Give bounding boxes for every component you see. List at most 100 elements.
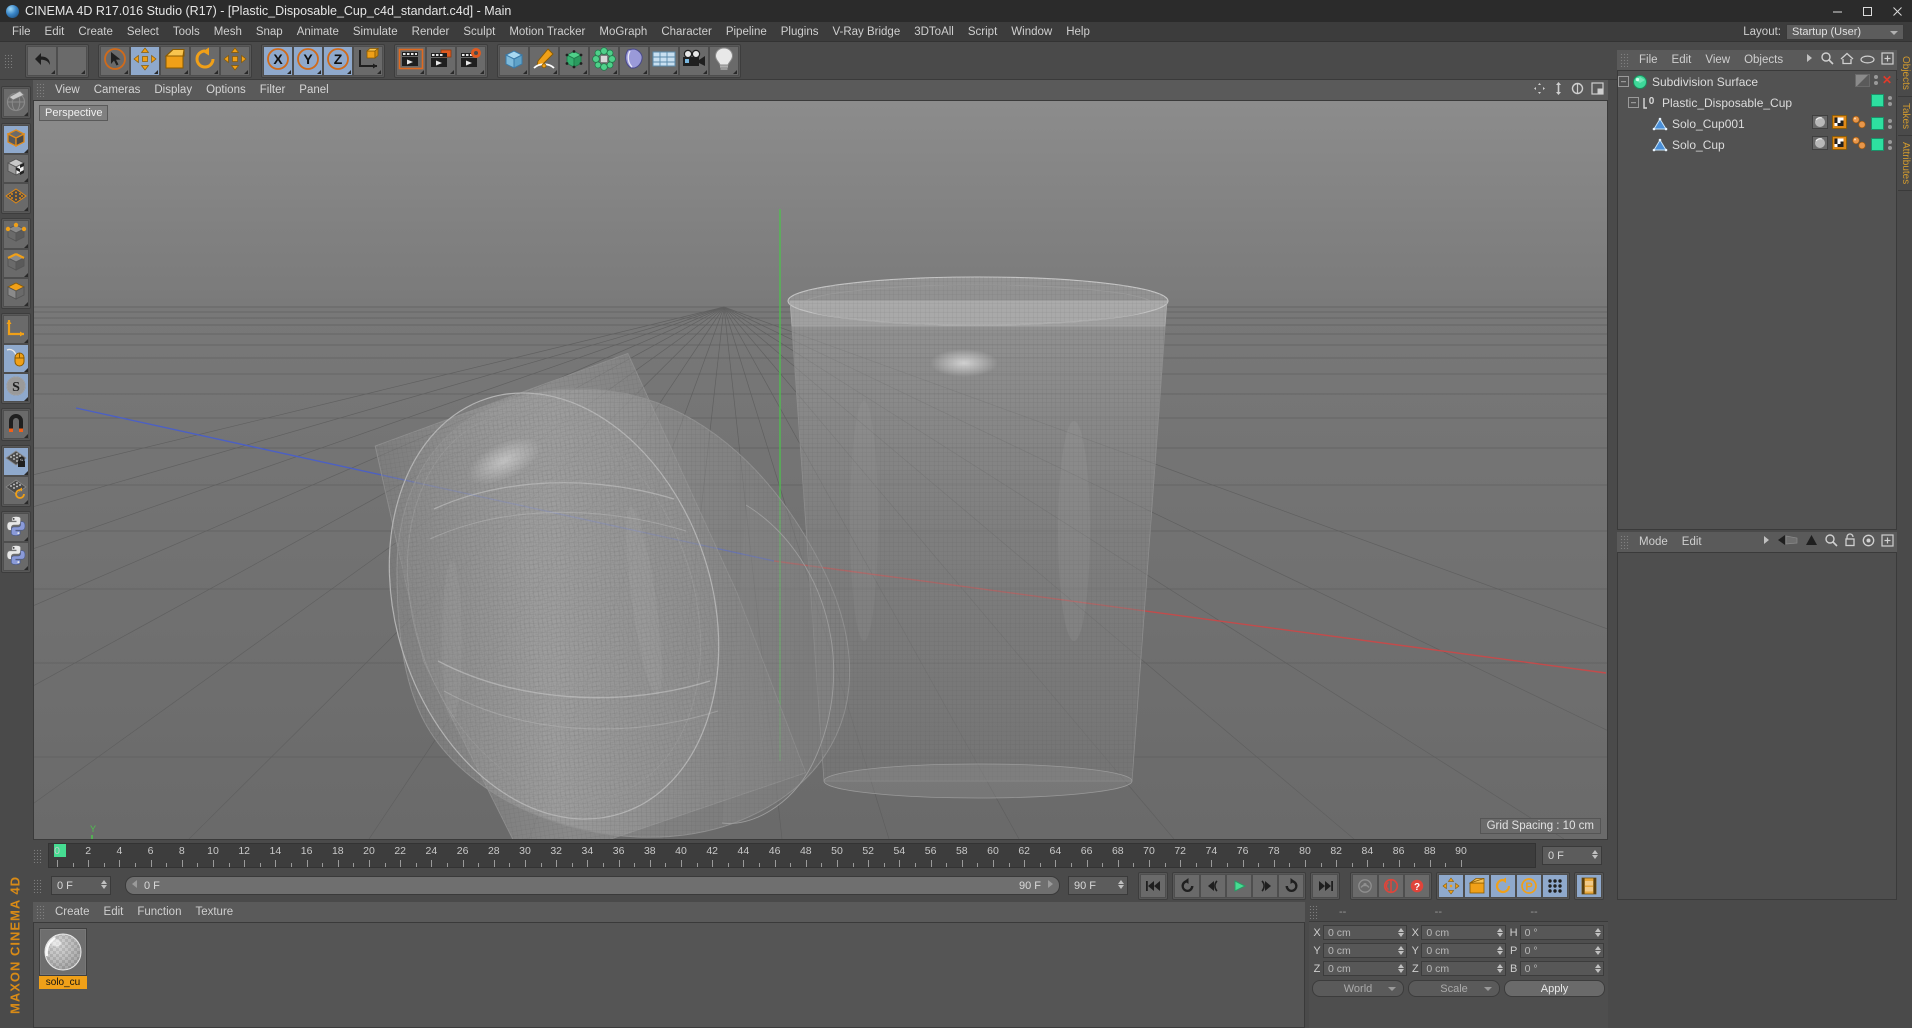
menu-item-render[interactable]: Render [405,22,457,42]
menu-item-simulate[interactable]: Simulate [346,22,405,42]
rotation-h-field[interactable]: 0 ° [1519,925,1604,940]
play-backwards-loop-button[interactable] [1174,873,1200,898]
menu-item-display[interactable]: Display [147,80,199,100]
add-modeling-object-button[interactable] [589,45,619,76]
material-thumbnail[interactable] [39,928,87,976]
stepper-icon[interactable] [1398,964,1405,973]
render-view-button[interactable] [396,45,426,76]
object-tree-list[interactable]: – Subdivision Surface ✕ –0 Plastic_Disposabl… [1617,70,1897,530]
add-spline-button[interactable] [529,45,559,76]
attribute-manager-grip[interactable] [1620,535,1629,549]
search-icon[interactable] [1820,51,1834,68]
add-light-button[interactable] [709,45,739,76]
step-back-button[interactable] [1200,873,1226,898]
menu-item-function[interactable]: Function [130,902,188,922]
autokeying-button[interactable] [1378,873,1404,898]
world-coordinates-button[interactable] [353,45,383,76]
position-z-field[interactable]: 0 cm [1323,961,1408,976]
menu-item-mograph[interactable]: MoGraph [592,22,654,42]
menu-item-edit[interactable]: Edit [38,22,72,42]
menu-item-view[interactable]: View [1698,50,1737,70]
menu-item-snap[interactable]: Snap [249,22,290,42]
maximize-button[interactable] [1852,0,1882,22]
viewport-grip[interactable] [36,83,45,97]
target-icon[interactable] [1862,534,1875,550]
timeline-grip[interactable] [33,848,42,863]
close-button[interactable] [1882,0,1912,22]
fullscreen-icon[interactable] [1881,533,1894,550]
attribute-manager-body[interactable] [1617,552,1897,900]
menu-item-animate[interactable]: Animate [290,22,346,42]
python-script-2-button[interactable] [3,542,29,571]
side-tab-takes[interactable]: Takes [1898,96,1912,137]
phong-tag[interactable] [1851,115,1867,132]
keyframe-selection-button[interactable]: ? [1404,873,1430,898]
timeline-view-button[interactable] [1576,873,1602,898]
select-tool-button[interactable] [100,45,130,76]
lock-icon[interactable] [1844,533,1856,550]
menu-item-create[interactable]: Create [48,902,97,922]
menu-item-view[interactable]: View [48,80,87,100]
current-frame-field[interactable]: 0 F [51,876,111,895]
menu-item-character[interactable]: Character [654,22,719,42]
stepper-icon[interactable] [1496,946,1503,955]
playback-range-slider[interactable]: 0 F 90 F [125,876,1060,895]
menu-item-edit[interactable]: Edit [1675,532,1709,552]
menu-item-objects[interactable]: Objects [1737,50,1790,70]
rotation-b-field[interactable]: 0 ° [1519,961,1604,976]
menu-item-edit[interactable]: Edit [1665,50,1699,70]
rotation-p-field[interactable]: 0 ° [1519,943,1604,958]
menu-item-script[interactable]: Script [961,22,1004,42]
position-key-button[interactable] [1438,873,1464,898]
size-y-field[interactable]: 0 cm [1421,943,1506,958]
stepper-icon[interactable] [1594,928,1601,937]
overflow-arrow-icon[interactable] [1762,534,1771,549]
stepper-icon[interactable] [1594,946,1601,955]
workplane-rotate-button[interactable] [3,476,29,505]
size-z-field[interactable]: 0 cm [1421,961,1506,976]
position-y-field[interactable]: 0 cm [1323,943,1408,958]
play-button[interactable] [1226,873,1252,898]
add-cube-button[interactable] [499,45,529,76]
coordinate-mode-dropdown[interactable]: Scale [1408,980,1500,997]
overflow-arrow-icon[interactable] [1805,52,1814,67]
stepper-icon[interactable] [1398,928,1405,937]
z-axis-lock-button[interactable]: Z [323,45,353,76]
add-generator-button[interactable] [559,45,589,76]
menu-item-filter[interactable]: Filter [253,80,293,100]
redo-button[interactable] [57,45,87,76]
eye-icon[interactable] [1860,53,1875,67]
coordinate-system-dropdown[interactable]: World [1312,980,1404,997]
back-arrow-icon[interactable] [1777,534,1799,549]
record-active-objects-button[interactable] [1352,873,1378,898]
enable-snap-button[interactable] [3,410,29,439]
object-axis-button[interactable] [3,315,29,344]
size-x-field[interactable]: 0 cm [1421,925,1506,940]
fullscreen-icon[interactable] [1881,51,1894,68]
scale-key-button[interactable] [1464,873,1490,898]
expand-collapse-toggle[interactable]: – [1628,97,1639,108]
expand-collapse-toggle[interactable]: – [1618,76,1629,87]
visibility-dots[interactable] [1888,139,1892,150]
menu-item-select[interactable]: Select [120,22,166,42]
menu-item-3dtoall[interactable]: 3DToAll [907,22,961,42]
menu-item-file[interactable]: File [1632,50,1665,70]
stepper-icon[interactable] [1398,946,1405,955]
polygons-mode-button[interactable] [3,278,29,307]
make-editable-button[interactable] [3,88,29,117]
menu-item-tools[interactable]: Tools [166,22,207,42]
material-manager-grip[interactable] [36,905,45,919]
menu-item-v-ray-bridge[interactable]: V-Ray Bridge [825,22,907,42]
menu-item-edit[interactable]: Edit [97,902,131,922]
uvw-tag[interactable] [1832,136,1847,153]
minimize-button[interactable] [1822,0,1852,22]
stepper-icon[interactable] [1592,850,1598,859]
menu-item-help[interactable]: Help [1059,22,1097,42]
apply-button[interactable]: Apply [1504,980,1605,997]
visibility-dots[interactable] [1873,75,1878,85]
point-level-animation-button[interactable] [1542,873,1568,898]
render-picture-viewer-button[interactable] [426,45,456,76]
object-row[interactable]: –0 Plastic_Disposable_Cup [1618,92,1896,113]
rotate-view-icon[interactable] [1571,82,1584,98]
range-right-handle-icon[interactable] [1045,879,1055,892]
